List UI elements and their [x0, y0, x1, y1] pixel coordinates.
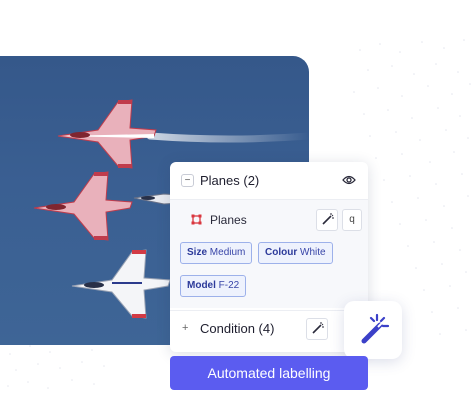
class-row-planes[interactable]: Planes q	[170, 200, 368, 238]
jet-annotated-1	[57, 99, 157, 169]
annotation-panel: − Planes (2) Planes q Size Medium Colour…	[170, 162, 368, 352]
magic-wand-icon	[312, 322, 324, 334]
attribute-list: Size Medium Colour White Model F-22	[170, 238, 368, 308]
class-label: Planes	[210, 213, 247, 227]
attribute-key: Model	[187, 280, 216, 291]
condition-section-header[interactable]: + Condition (4)	[170, 310, 368, 344]
attribute-chip-colour[interactable]: Colour White	[258, 242, 333, 264]
jet-unlabelled	[71, 249, 171, 319]
minus-icon[interactable]: −	[181, 174, 194, 187]
magic-wand-icon	[322, 213, 334, 225]
extra-button[interactable]: q	[342, 209, 362, 231]
jet-annotated-2	[33, 171, 133, 241]
attribute-key: Size	[187, 247, 208, 258]
plus-icon[interactable]: +	[182, 322, 188, 334]
section-title: Planes (2)	[200, 173, 260, 188]
eye-icon[interactable]	[342, 174, 356, 186]
floating-magic-wand-card[interactable]	[344, 301, 402, 359]
condition-title: Condition (4)	[200, 321, 275, 336]
attribute-value: Medium	[209, 247, 246, 258]
attribute-value: F-22	[218, 280, 240, 291]
planes-section-header[interactable]: − Planes (2)	[170, 162, 368, 200]
magic-wand-button[interactable]	[316, 209, 338, 231]
attribute-chip-model[interactable]: Model F-22	[180, 275, 247, 297]
attribute-key: Colour	[265, 247, 298, 258]
magic-wand-button[interactable]	[306, 318, 328, 340]
attribute-value: White	[300, 247, 326, 258]
automated-labelling-button[interactable]: Automated labelling	[170, 356, 368, 390]
magic-wand-icon	[361, 313, 390, 344]
bounding-box-icon	[191, 214, 202, 225]
attribute-chip-size[interactable]: Size Medium	[180, 242, 253, 264]
